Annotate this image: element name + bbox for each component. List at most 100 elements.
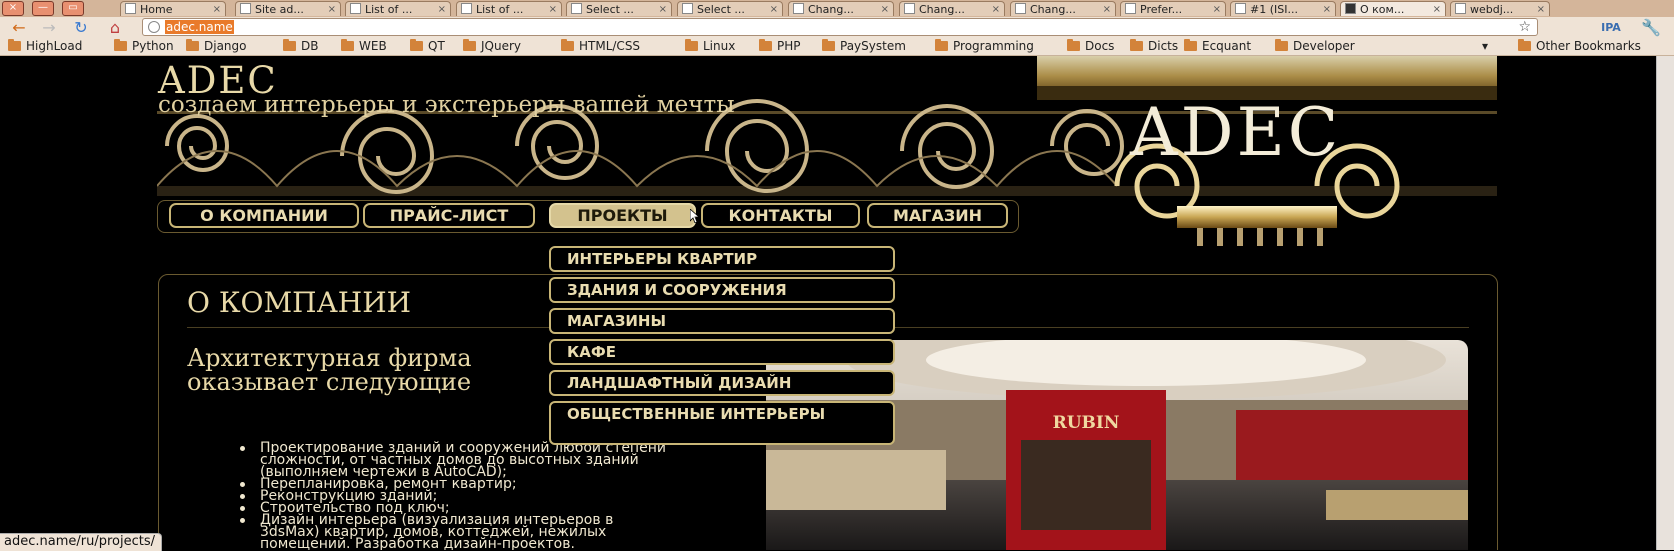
tab-close-icon[interactable]: × (770, 2, 778, 16)
tab-close-icon[interactable]: × (549, 2, 557, 16)
bookmark-label: Django (204, 39, 247, 53)
bookmark-label: DB (301, 39, 319, 53)
submenu-item[interactable]: ЗДАНИЯ И СООРУЖЕНИЯ (549, 277, 895, 303)
tab-title: Prefer... (1140, 3, 1183, 16)
bookmark-folder[interactable]: WEB (341, 39, 387, 54)
submenu-item[interactable]: МАГАЗИНЫ (549, 308, 895, 334)
folder-icon (685, 39, 698, 51)
tab-title: Home (140, 3, 173, 16)
tab-close-icon[interactable]: × (438, 2, 446, 16)
bookmark-label: PHP (777, 39, 801, 53)
tab-close-icon[interactable]: × (1433, 2, 1441, 16)
reload-icon[interactable]: ↻ (70, 19, 92, 36)
tab-title: О ком... (1360, 3, 1405, 16)
page-favicon-icon (904, 3, 915, 14)
folder-icon (759, 39, 772, 51)
tab-close-icon[interactable]: × (1103, 2, 1111, 16)
tab-title: Chang... (808, 3, 854, 16)
bookmark-label: Programming (953, 39, 1034, 53)
page-favicon-icon (571, 3, 582, 14)
folder-icon (114, 39, 127, 51)
bookmark-folder[interactable]: Dicts (1130, 39, 1178, 54)
browser-tab[interactable]: Home × (120, 1, 226, 16)
window-close-button[interactable]: × (2, 1, 24, 16)
window-minimize-button[interactable]: — (32, 1, 54, 16)
tab-title: List of ... (365, 3, 413, 16)
bookmark-folder[interactable]: Ecquant (1184, 39, 1251, 54)
other-bookmarks-folder[interactable]: Other Bookmarks (1518, 39, 1641, 54)
forward-arrow-icon[interactable]: → (38, 19, 60, 36)
menu-item-projects[interactable]: ПРОЕКТЫ (549, 203, 696, 228)
browser-tab[interactable]: List of ... × (345, 1, 451, 16)
bookmark-label: Linux (703, 39, 736, 53)
menu-item-pricelist[interactable]: ПРАЙС-ЛИСТ (363, 203, 535, 228)
bookmark-label: WEB (359, 39, 387, 53)
browser-tab[interactable]: List of ... × (456, 1, 562, 16)
bookmark-folder[interactable]: HTML/CSS (561, 39, 640, 54)
tab-close-icon[interactable]: × (1213, 2, 1221, 16)
service-item-line: помещений. Разработка дизайн-проектов. (260, 536, 575, 550)
browser-tab[interactable]: О ком... × (1340, 1, 1446, 16)
bookmark-folder[interactable]: Django (186, 39, 247, 54)
menu-item-contacts[interactable]: КОНТАКТЫ (701, 203, 860, 228)
bookmark-folder[interactable]: PHP (759, 39, 801, 54)
page-favicon-icon (1015, 3, 1026, 14)
tab-close-icon[interactable]: × (1537, 2, 1545, 16)
bookmark-folder[interactable]: JQuery (463, 39, 521, 54)
ipa-extension-icon[interactable]: IPA (1600, 19, 1622, 36)
site-logo[interactable]: ADEC (1130, 94, 1341, 171)
bookmark-folder[interactable]: Linux (685, 39, 735, 54)
list-bullet (240, 506, 245, 511)
tab-close-icon[interactable]: × (881, 2, 889, 16)
browser-tab[interactable]: Chang... × (788, 1, 894, 16)
bookmark-star-icon[interactable]: ☆ (1518, 19, 1531, 35)
folder-icon (1130, 39, 1143, 51)
tab-close-icon[interactable]: × (328, 2, 336, 16)
folder-icon (341, 39, 354, 51)
browser-tab[interactable]: Site ad... × (235, 1, 341, 16)
submenu-item[interactable]: ИНТЕРЬЕРЫ КВАРТИР (549, 246, 895, 272)
browser-tab[interactable]: Select ... × (677, 1, 783, 16)
page-scrollbar[interactable] (1656, 56, 1674, 550)
menu-item-about[interactable]: О КОМПАНИИ (169, 203, 359, 228)
bookmarks-bar: HighLoad Python Django DB WEB QT JQuery HTML/CS… (0, 38, 1674, 56)
browser-tab[interactable]: Prefer... × (1120, 1, 1226, 16)
list-bullet (240, 446, 245, 451)
page-favicon-icon (1345, 3, 1356, 14)
bookmark-folder[interactable]: Python (114, 39, 174, 54)
list-bullet (240, 482, 245, 487)
submenu-item[interactable]: ЛАНДШАФТНЫЙ ДИЗАЙН (549, 370, 895, 396)
browser-tab[interactable]: Select ... × (566, 1, 672, 16)
tab-close-icon[interactable]: × (213, 2, 221, 16)
tab-close-icon[interactable]: × (659, 2, 667, 16)
menu-item-shop[interactable]: МАГАЗИН (867, 203, 1008, 228)
bookmark-folder[interactable]: Docs (1067, 39, 1114, 54)
bookmark-label: Python (132, 39, 174, 53)
window-maximize-button[interactable]: ▭ (62, 1, 84, 16)
bookmark-label: Ecquant (1202, 39, 1252, 53)
submenu-item[interactable]: ОБЩЕСТВЕННЫЕ ИНТЕРЬЕРЫ (549, 401, 895, 445)
bookmark-folder[interactable]: HighLoad (8, 39, 82, 54)
bookmark-folder[interactable]: QT (410, 39, 445, 54)
address-bar[interactable]: adec.name ☆ (142, 18, 1538, 36)
bookmark-folder[interactable]: Programming (935, 39, 1034, 54)
bookmark-label: Developer (1293, 39, 1355, 53)
bookmark-folder[interactable]: PaySystem (822, 39, 906, 54)
home-icon[interactable]: ⌂ (104, 19, 126, 36)
intro-line-2: оказывает следующие (187, 368, 472, 396)
browser-tab[interactable]: webdj... × (1450, 1, 1550, 16)
browser-tab[interactable]: #1 (ISI... × (1230, 1, 1336, 16)
browser-tab[interactable]: Chang... × (1010, 1, 1116, 16)
globe-icon (148, 21, 160, 33)
submenu-item[interactable]: КАФЕ (549, 339, 895, 365)
page-favicon-icon (682, 3, 693, 14)
tab-close-icon[interactable]: × (992, 2, 1000, 16)
wrench-menu-icon[interactable]: 🔧 (1640, 19, 1662, 36)
bookmark-folder[interactable]: Developer (1275, 39, 1355, 54)
url-text[interactable]: adec.name (165, 20, 234, 34)
tab-close-icon[interactable]: × (1323, 2, 1331, 16)
bookmark-folder[interactable]: DB (283, 39, 318, 54)
browser-tab[interactable]: Chang... × (899, 1, 1005, 16)
chevron-down-icon[interactable]: ▾ (1482, 39, 1488, 54)
back-arrow-icon[interactable]: ← (8, 19, 30, 36)
